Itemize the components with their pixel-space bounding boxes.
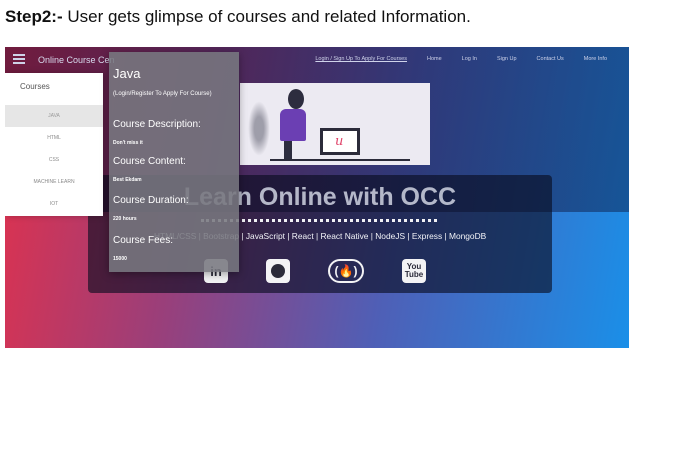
course-item-java[interactable]: JAVA xyxy=(5,105,103,127)
nav-link-login[interactable]: Log In xyxy=(462,56,477,62)
desk-line xyxy=(270,159,410,161)
github-glyph xyxy=(271,264,285,278)
duration-value: 220 hours xyxy=(113,216,137,222)
course-login-note: (Login/Register To Apply For Course) xyxy=(113,91,212,97)
nav-link-more-info[interactable]: More Info xyxy=(584,56,607,62)
description-label: Course Description: xyxy=(113,119,201,130)
hero-illustration: u xyxy=(240,83,430,165)
fees-value: 15000 xyxy=(113,256,127,262)
udemy-logo-letter: u xyxy=(335,134,344,149)
top-navbar: Online Course Cen Login / Sign Up To App… xyxy=(5,47,629,73)
course-item-machine-learning[interactable]: MACHINE LEARN xyxy=(5,171,103,193)
course-name: Java xyxy=(113,66,141,81)
course-item-html[interactable]: HTML xyxy=(5,127,103,149)
content-label: Course Content: xyxy=(113,156,186,167)
nav-link-signup[interactable]: Sign Up xyxy=(497,56,517,62)
youtube-icon[interactable]: You Tube xyxy=(402,259,426,283)
course-item-css[interactable]: CSS xyxy=(5,149,103,171)
freecodecamp-glyph: (🔥) xyxy=(334,264,358,278)
nav-link-login-signup-apply[interactable]: Login / Sign Up To Apply For Courses xyxy=(315,56,407,62)
nav-link-contact[interactable]: Contact Us xyxy=(537,56,564,62)
courses-list: JAVA HTML CSS MACHINE LEARN IOT xyxy=(5,105,103,215)
step-caption: Step2:- User gets glimpse of courses and… xyxy=(5,7,471,27)
courses-heading: Courses xyxy=(20,82,50,91)
step-text: User gets glimpse of courses and related… xyxy=(62,7,471,26)
description-value: Don't miss it xyxy=(113,140,143,146)
duration-label: Course Duration: xyxy=(113,195,189,206)
website-screenshot: Online Course Cen Login / Sign Up To App… xyxy=(5,47,629,348)
course-detail-popup: Java (Login/Register To Apply For Course… xyxy=(109,52,239,272)
site-brand[interactable]: Online Course Cen xyxy=(38,55,115,65)
nav-links: Login / Sign Up To Apply For Courses Hom… xyxy=(315,56,607,62)
fees-label: Course Fees: xyxy=(113,235,174,246)
courses-sidebar: Courses JAVA HTML CSS MACHINE LEARN IOT xyxy=(5,73,103,216)
youtube-glyph-bottom: Tube xyxy=(404,270,424,279)
step-label: Step2:- xyxy=(5,7,63,26)
course-item-iot[interactable]: IOT xyxy=(5,193,103,215)
nav-link-home[interactable]: Home xyxy=(427,56,442,62)
freecodecamp-icon[interactable]: (🔥) xyxy=(328,259,364,283)
person-head xyxy=(288,89,304,109)
person-body xyxy=(280,109,306,141)
plant-shape xyxy=(248,101,270,156)
laptop-icon: u xyxy=(320,128,360,155)
person-leg xyxy=(284,141,292,159)
content-value: Best Ekdam xyxy=(113,177,142,183)
github-icon[interactable] xyxy=(266,259,290,283)
hamburger-menu-icon[interactable] xyxy=(13,54,25,64)
